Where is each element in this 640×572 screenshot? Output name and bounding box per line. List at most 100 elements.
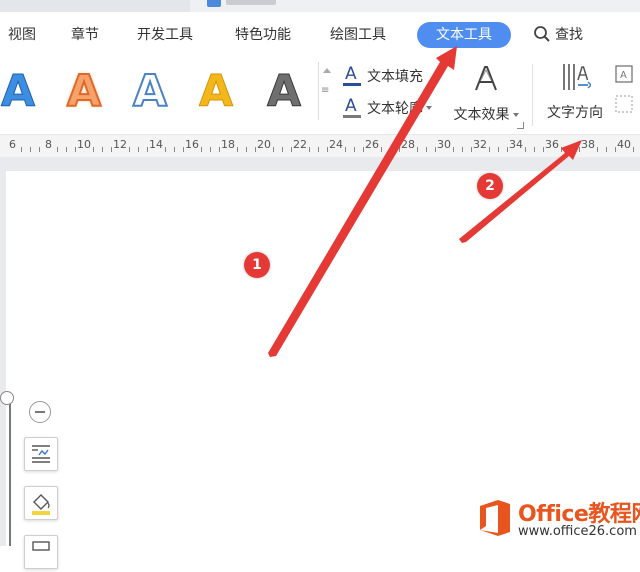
ruler-label: 20 <box>257 138 271 151</box>
ruler-tick <box>399 147 400 152</box>
text-direction-button[interactable]: 文字方向 <box>541 62 609 122</box>
ruler-tick <box>354 147 355 152</box>
shape-resize-handle[interactable] <box>0 391 14 405</box>
ruler-tick <box>543 147 544 152</box>
ruler-tick <box>129 147 130 152</box>
ruler-tick <box>246 147 247 152</box>
search-label: 查找 <box>555 27 583 43</box>
text-style-gold[interactable]: A <box>190 66 242 118</box>
ruler-label: 6 <box>9 138 16 151</box>
site-watermark: Office教程网 www.office26.com <box>478 494 640 544</box>
text-effect-label: 文本效果 <box>453 107 510 123</box>
text-fill-button[interactable]: A 文本填充 <box>343 64 423 86</box>
ruler-label: 8 <box>45 138 52 151</box>
ruler-tick <box>219 147 220 152</box>
ruler-tick <box>138 147 139 152</box>
ruler-tick <box>210 147 211 152</box>
outline-icon <box>32 541 50 551</box>
gallery-more-icon[interactable]: ≡ <box>321 86 329 96</box>
ruler-label: 38 <box>581 138 595 151</box>
tab-chapter[interactable]: 章节 <box>71 24 99 44</box>
ruler-label: 30 <box>437 138 451 151</box>
text-box-tools-icon[interactable]: A <box>614 64 640 126</box>
ruler-tick <box>471 147 472 152</box>
tab-special-features[interactable]: 特色功能 <box>235 24 291 44</box>
horizontal-ruler[interactable]: 6 8 10 12 14 16 18 20 22 24 26 28 30 32 34 36 38 40 <box>0 134 640 158</box>
chevron-down-icon <box>426 106 432 110</box>
ruler-tick <box>606 147 607 152</box>
text-outline-button[interactable]: A 文本轮廓 <box>343 96 432 118</box>
ruler-tick <box>489 147 490 152</box>
ruler-tick <box>66 147 67 152</box>
ruler-tick <box>534 147 535 152</box>
text-style-gray[interactable]: A <box>258 66 310 118</box>
tab-text-tools[interactable]: 文本工具 <box>417 22 511 48</box>
shape-edge-line <box>9 398 11 546</box>
text-direction-label: 文字方向 <box>547 105 603 121</box>
scroll-up-icon[interactable] <box>323 68 331 73</box>
page-top-margin <box>0 157 640 171</box>
ruler-tick <box>111 147 112 152</box>
ruler-tick <box>57 147 58 152</box>
ruler-tick <box>147 147 148 152</box>
ruler-label: 14 <box>149 138 163 151</box>
search-button[interactable]: 查找 <box>533 24 583 44</box>
ruler-tick <box>237 147 238 152</box>
text-style-orange-glow[interactable]: A <box>58 65 110 118</box>
layout-options-button[interactable] <box>24 437 58 471</box>
shape-fill-button[interactable] <box>24 486 58 520</box>
ruler-tick <box>21 147 22 152</box>
ruler-label: 26 <box>365 138 379 151</box>
ruler-label: 12 <box>113 138 127 151</box>
ruler-tick <box>273 147 274 152</box>
ruler-tick <box>318 147 319 152</box>
ruler-label: 16 <box>185 138 199 151</box>
text-fill-label: 文本填充 <box>367 69 423 85</box>
gallery-scroll[interactable]: ≡ <box>318 62 333 120</box>
ruler-tick <box>633 147 634 152</box>
ruler-tick <box>615 147 616 152</box>
callout-2: 2 <box>477 173 503 199</box>
ruler-tick <box>363 147 364 152</box>
text-direction-icon <box>563 64 593 90</box>
text-style-outline[interactable]: A <box>124 65 176 118</box>
ruler-tick <box>75 147 76 152</box>
ruler-tick <box>561 147 562 152</box>
ruler-tick <box>525 147 526 152</box>
text-outline-label: 文本轮廓 <box>367 101 423 117</box>
text-style-blue[interactable]: A <box>0 66 44 118</box>
dialog-launcher-icon[interactable] <box>517 122 524 129</box>
collapse-icon[interactable] <box>29 401 51 423</box>
ruler-tick <box>381 147 382 152</box>
text-effect-button[interactable]: 文本效果 <box>448 64 524 124</box>
ruler-tick <box>426 147 427 152</box>
ruler-tick <box>291 147 292 152</box>
paint-bucket-icon <box>32 494 50 515</box>
ruler-label: 36 <box>545 138 559 151</box>
ruler-tick <box>174 147 175 152</box>
ruler-tick <box>345 147 346 152</box>
text-style-gallery: A A A A A <box>0 62 316 120</box>
tab-developer-tools[interactable]: 开发工具 <box>137 24 193 44</box>
tab-view[interactable]: 视图 <box>8 24 36 44</box>
ruler-tick <box>570 147 571 152</box>
document-icon <box>207 0 221 7</box>
menu-bar: 视图 章节 开发工具 特色功能 绘图工具 文本工具 查找 <box>0 12 640 58</box>
ruler-tick <box>183 147 184 152</box>
ruler-tick <box>201 147 202 152</box>
ruler-tick <box>102 147 103 152</box>
ruler-tick <box>327 147 328 152</box>
tab-drawing-tools[interactable]: 绘图工具 <box>330 24 386 44</box>
ruler-tick <box>93 147 94 152</box>
shape-outline-button[interactable] <box>24 535 58 569</box>
watermark-url: www.office26.com <box>518 524 637 539</box>
text-effect-icon <box>448 64 524 98</box>
title-strip <box>0 0 640 13</box>
document-page[interactable] <box>6 171 640 546</box>
document-tab-title[interactable] <box>226 0 276 5</box>
ruler-tick <box>30 147 31 152</box>
ruler-tick <box>435 147 436 152</box>
ruler-label: 28 <box>401 138 415 151</box>
ruler-tick <box>309 147 310 152</box>
ruler-tick <box>498 147 499 152</box>
